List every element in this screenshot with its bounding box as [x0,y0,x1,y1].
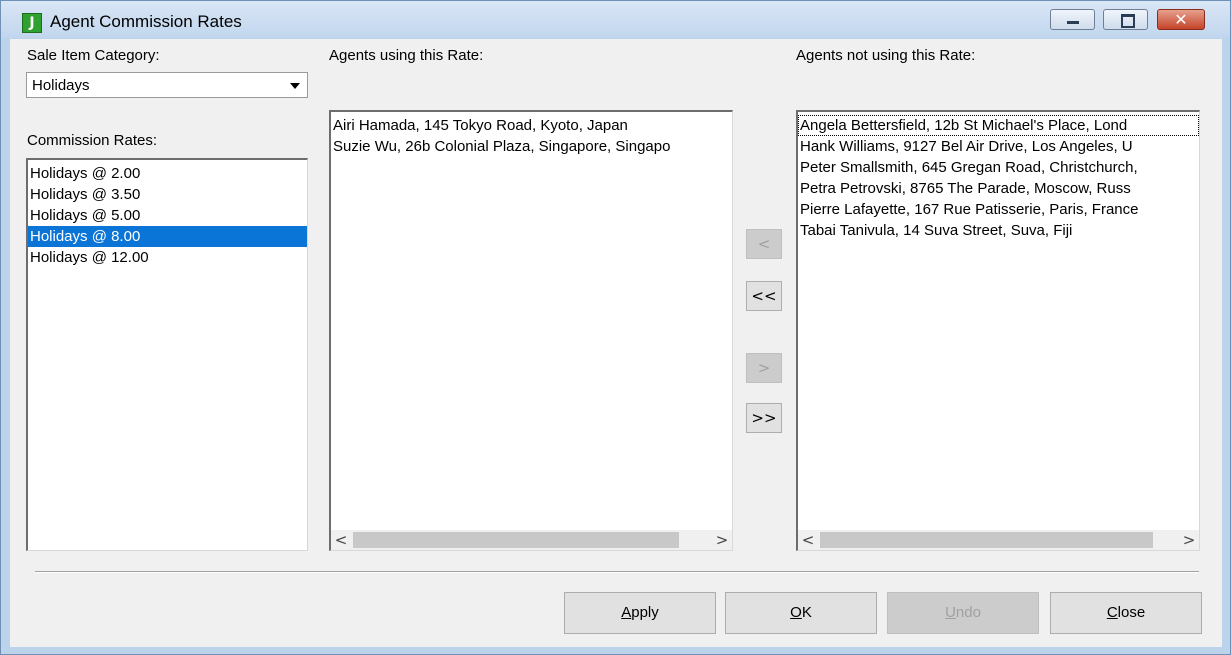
add-all-agents-button[interactable]: >> [746,403,782,433]
close-label: lose [1117,604,1146,621]
app-icon: J [22,13,42,33]
window-title: Agent Commission Rates [50,12,242,31]
remove-one-agent-button[interactable]: < [746,229,782,259]
close-mnemonic: C [1106,604,1118,621]
close-window-button[interactable]: ✕ [1157,9,1205,30]
undo-button[interactable]: Undo [887,592,1039,634]
commission-rates-label: Commission Rates: [27,132,158,149]
minimize-button[interactable] [1050,9,1095,30]
list-item[interactable]: Angela Bettersfield, 12b St Michael's Pl… [798,115,1199,136]
list-item[interactable]: Holidays @ 3.50 [28,184,307,205]
sale-item-category-value: Holidays [32,77,90,94]
list-item[interactable]: Petra Petrovski, 8765 The Parade, Moscow… [798,178,1199,199]
sale-item-category-dropdown[interactable]: Holidays [26,72,308,98]
add-one-agent-button[interactable]: > [746,353,782,383]
apply-mnemonic: A [621,604,632,621]
ok-label: K [801,604,812,621]
agents-not-using-horizontal-scrollbar[interactable]: < > [798,530,1199,550]
maximize-button[interactable] [1103,9,1148,30]
scrollbar-thumb[interactable] [820,532,1153,548]
close-button[interactable]: Close [1050,592,1202,634]
agents-using-rate-label: Agents using this Rate: [329,47,484,64]
close-icon: ✕ [1174,10,1188,29]
scroll-right-icon[interactable]: > [1179,530,1199,550]
agents-not-using-rate-list[interactable]: Angela Bettersfield, 12b St Michael's Pl… [796,110,1200,551]
undo-mnemonic: U [945,604,956,621]
minimize-icon [1067,21,1079,24]
maximize-icon [1121,14,1135,28]
list-item[interactable]: Peter Smallsmith, 645 Gregan Road, Chris… [798,157,1199,178]
apply-button[interactable]: Apply [564,592,716,634]
agents-not-using-rate-label: Agents not using this Rate: [796,47,976,64]
list-item[interactable]: Holidays @ 12.00 [28,247,307,268]
commission-rates-list[interactable]: Holidays @ 2.00 Holidays @ 3.50 Holidays @… [26,158,308,551]
list-item[interactable]: Airi Hamada, 145 Tokyo Road, Kyoto, Japa… [331,115,732,136]
scroll-left-icon[interactable]: < [798,530,818,550]
ok-mnemonic: O [790,604,802,621]
list-item[interactable]: Pierre Lafayette, 167 Rue Patisserie, Pa… [798,199,1199,220]
list-item[interactable]: Suzie Wu, 26b Colonial Plaza, Singapore,… [331,136,732,157]
footer-separator [35,571,1199,573]
list-item[interactable]: Holidays @ 2.00 [28,163,307,184]
chevron-down-icon[interactable] [282,74,306,96]
ok-button[interactable]: OK [725,592,877,634]
apply-label: pply [631,604,659,621]
list-item[interactable]: Holidays @ 8.00 [28,226,307,247]
scroll-right-icon[interactable]: > [712,530,732,550]
sale-item-category-label: Sale Item Category: [27,47,160,64]
title-bar: J Agent Commission Rates ✕ [1,1,1230,38]
remove-all-agents-button[interactable]: << [746,281,782,311]
scroll-left-icon[interactable]: < [331,530,351,550]
list-item[interactable]: Tabai Tanivula, 14 Suva Street, Suva, Fi… [798,220,1199,241]
agents-using-horizontal-scrollbar[interactable]: < > [331,530,732,550]
list-item[interactable]: Hank Williams, 9127 Bel Air Drive, Los A… [798,136,1199,157]
agents-using-rate-list[interactable]: Airi Hamada, 145 Tokyo Road, Kyoto, Japa… [329,110,733,551]
scrollbar-thumb[interactable] [353,532,679,548]
agent-commission-rates-window: J Agent Commission Rates ✕ Sale Item Cat… [0,0,1231,655]
list-item[interactable]: Holidays @ 5.00 [28,205,307,226]
undo-label: ndo [955,604,981,621]
